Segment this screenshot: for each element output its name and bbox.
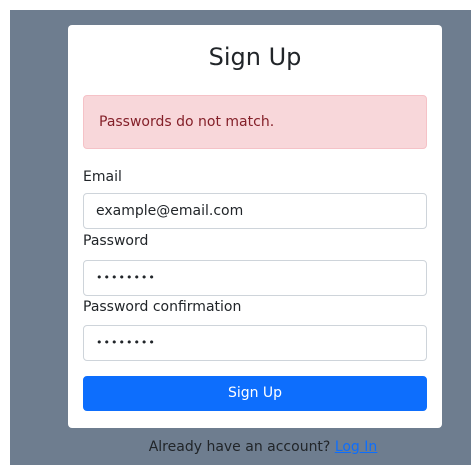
email-label: Email <box>83 169 122 185</box>
login-prompt: Already have an account? Log In <box>0 438 471 456</box>
page-title: Sign Up <box>208 43 302 71</box>
sign-up-button[interactable]: Sign Up <box>83 376 427 411</box>
email-field[interactable]: example@email.com <box>83 193 427 229</box>
password-confirmation-field[interactable]: •••••••• <box>83 325 427 361</box>
login-link[interactable]: Log In <box>335 439 377 455</box>
signup-card: Sign Up Passwords do not match. Email ex… <box>68 25 442 428</box>
password-confirmation-label: Password confirmation <box>83 299 242 315</box>
password-label: Password <box>83 233 149 249</box>
password-field[interactable]: •••••••• <box>83 260 427 296</box>
login-prompt-text: Already have an account? <box>148 439 331 455</box>
error-alert: Passwords do not match. <box>83 95 427 149</box>
